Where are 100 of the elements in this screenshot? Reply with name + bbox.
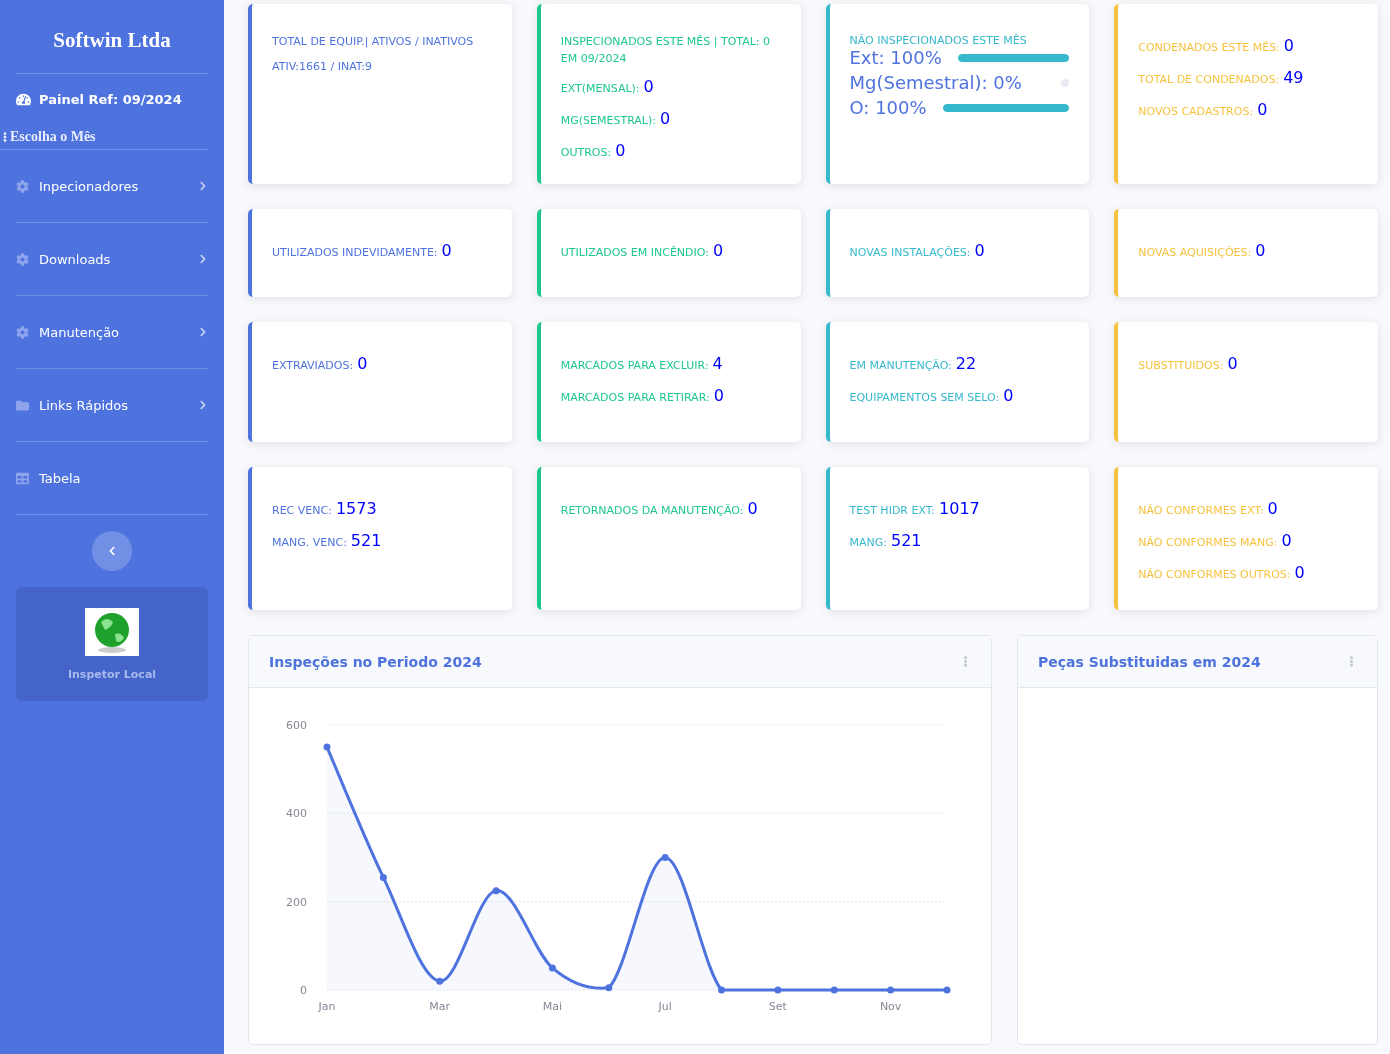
- stat-value: 49: [1283, 67, 1304, 89]
- stat-value: 0: [713, 385, 724, 407]
- data-point: [492, 887, 500, 895]
- stat-value: 0: [1281, 530, 1292, 552]
- data-point: [943, 986, 951, 994]
- gear-icon: [16, 252, 29, 266]
- stat-value: 0: [1255, 240, 1266, 262]
- stat-label: REC VENC:: [272, 503, 332, 519]
- table-icon: [16, 471, 29, 485]
- stat-label: UTILIZADOS EM INCÊNDIO:: [560, 245, 709, 261]
- stat-value: 0: [1267, 498, 1278, 520]
- stat-value: 0: [1003, 385, 1014, 407]
- x-axis-label: Jan: [318, 1000, 336, 1013]
- x-axis-label: Mar: [429, 1000, 451, 1013]
- panel-title: Inspeções no Periodo 2024: [269, 653, 482, 670]
- stat-label: TOTAL DE CONDENADOS:: [1138, 72, 1280, 88]
- sidebar-item[interactable]: Links Rápidos: [16, 369, 208, 442]
- user-name: Inspetor Local: [67, 667, 157, 681]
- stat-value: 0: [643, 76, 654, 98]
- folder-icon: [16, 398, 29, 412]
- y-axis-label: 600: [286, 719, 307, 732]
- collapse-sidebar-button[interactable]: [92, 531, 132, 571]
- data-point: [774, 986, 782, 994]
- progress-label: Ext: 100%: [849, 47, 942, 68]
- stat-label: EM MANUTENÇÃO:: [849, 358, 952, 374]
- stat-label: NOVAS AQUISIÇÕES:: [1138, 245, 1252, 261]
- stat-label: ATIV:1661 / INAT:9: [272, 58, 373, 75]
- stat-value: 0: [615, 140, 626, 162]
- stat-value: 0: [1257, 99, 1268, 121]
- stat-label: CONDENADOS ESTE MÊS:: [1138, 40, 1280, 56]
- data-point: [661, 854, 669, 861]
- data-point: [605, 984, 613, 992]
- x-axis-label: Jul: [658, 1000, 672, 1013]
- sidebar-item[interactable]: Inpecionadores: [16, 150, 208, 223]
- stat-value: 22: [955, 353, 977, 375]
- stat-value: 0: [747, 498, 758, 520]
- data-point: [323, 743, 331, 751]
- gear-icon: [16, 325, 29, 339]
- stat-label: UTILIZADOS INDEVIDAMENTE:: [272, 245, 438, 261]
- progress-label: O: 100%: [849, 97, 927, 118]
- stat-value: 0: [1227, 353, 1238, 375]
- x-axis-label: Set: [768, 1000, 787, 1013]
- stat-label: SUBSTITUIDOS:: [1138, 358, 1224, 374]
- y-axis-label: 200: [286, 895, 307, 909]
- stat-label: RETORNADOS DA MANUTENÇÃO:: [560, 503, 744, 519]
- stat-label: INSPECIONADOS ESTE MÊS | TOTAL: 0 EM 09/2024: [560, 34, 772, 67]
- stat-label: NOVOS CADASTROS:: [1138, 104, 1254, 120]
- data-point: [436, 977, 444, 985]
- stat-label: MARCADOS PARA EXCLUIR:: [560, 358, 709, 374]
- data-point: [887, 986, 895, 994]
- chevron-right-icon: [198, 254, 208, 264]
- data-point: [718, 986, 726, 994]
- stat-label: MG(SEMESTRAL):: [560, 113, 656, 129]
- stat-value: 4: [712, 353, 723, 375]
- x-axis-label: Nov: [879, 1000, 902, 1013]
- stat-label: OUTROS:: [560, 145, 612, 161]
- globe-picture: [85, 607, 139, 656]
- stat-label: NÃO CONFORMES OUTROS:: [1138, 567, 1291, 583]
- chevron-right-icon: [198, 327, 208, 337]
- stat-value: 0: [441, 240, 452, 262]
- sidebar-item[interactable]: Manutenção: [16, 296, 208, 369]
- stat-label: NÃO CONFORMES MANG:: [1138, 535, 1278, 551]
- y-axis-label: 0: [300, 984, 307, 997]
- stat-value: 0: [357, 353, 368, 375]
- panel-title: Peças Substituidas em 2024: [1038, 653, 1261, 670]
- stat-value: 1017: [939, 498, 980, 520]
- month-picker-link[interactable]: Escolha o Mês: [0, 107, 208, 150]
- stat-label: MARCADOS PARA RETIRAR:: [560, 390, 710, 406]
- stat-value: 0: [974, 240, 985, 262]
- stat-label: TEST HIDR EXT:: [849, 503, 935, 519]
- progress-label: Mg(Semestral): 0%: [849, 72, 1022, 93]
- y-axis-label: 400: [286, 807, 307, 821]
- sidebar-item[interactable]: Tabela: [16, 442, 208, 515]
- chevron-left-icon: [107, 546, 117, 556]
- stat-label: EXTRAVIADOS:: [272, 358, 354, 374]
- panel-ref-label: Painel Ref: 09/2024: [39, 92, 182, 107]
- stat-label: EXT(MENSAL):: [560, 81, 640, 97]
- chevron-right-icon: [198, 400, 208, 410]
- stat-value: 1573: [335, 498, 377, 520]
- stat-label: MANG:: [849, 535, 887, 551]
- stat-label: NÃO CONFORMES EXT:: [1138, 503, 1264, 519]
- gear-icon: [16, 179, 29, 193]
- stat-value: 0: [660, 108, 671, 130]
- stat-value: 521: [350, 530, 382, 552]
- dashboard-icon: [16, 92, 31, 107]
- data-point: [830, 986, 838, 994]
- sidebar-item[interactable]: Downloads: [16, 223, 208, 296]
- stat-value: 0: [1294, 562, 1305, 584]
- stat-label: EQUIPAMENTOS SEM SELO:: [849, 390, 1000, 406]
- stat-label: NOVAS INSTALAÇÕES:: [849, 245, 971, 261]
- stat-label: TOTAL DE EQUIP.| ATIVOS / INATIVOS: [272, 34, 474, 50]
- x-axis-label: Mai: [542, 1000, 563, 1013]
- stat-value: 521: [891, 530, 922, 552]
- stat-value: 0: [1283, 35, 1294, 57]
- stat-label: MANG. VENC:: [272, 535, 347, 551]
- brand-title: Softwin Ltda: [16, 4, 208, 74]
- stat-value: 0: [712, 240, 724, 262]
- card-title: NÃO INSPECIONADOS ESTE MÊS: [849, 34, 1028, 47]
- data-point: [379, 873, 387, 881]
- chevron-right-icon: [198, 181, 208, 191]
